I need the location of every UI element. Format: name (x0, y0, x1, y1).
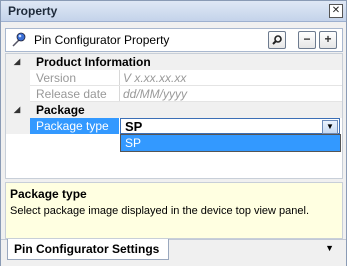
row-gutter (6, 86, 30, 102)
expand-all-button[interactable]: + (319, 31, 337, 49)
chevron-down-icon[interactable]: ▼ (325, 243, 334, 253)
category-package[interactable]: ◢ Package (6, 102, 342, 118)
property-toolbar: Pin Configurator Property − + (5, 28, 343, 52)
panel-titlebar[interactable]: Property ✕ (1, 1, 346, 22)
expand-arrow-icon[interactable]: ◢ (14, 105, 20, 114)
property-panel: Property ✕ Pin Configurator Property − +… (0, 0, 347, 266)
tab-bar: Pin Configurator Settings ▼ (1, 239, 346, 266)
property-name: Version (36, 71, 77, 85)
property-row-version[interactable]: Version V x.xx.xx.xx (6, 70, 342, 86)
panel-title: Property (8, 4, 58, 18)
property-row-release-date[interactable]: Release date dd/MM/yyyy (6, 86, 342, 102)
category-label: Product Information (36, 55, 151, 69)
property-name: Package type (36, 119, 109, 133)
expand-arrow-icon[interactable]: ◢ (14, 57, 20, 66)
tab-pin-configurator-settings[interactable]: Pin Configurator Settings (7, 239, 169, 260)
search-icon (272, 35, 282, 45)
row-gutter (6, 118, 30, 134)
close-icon[interactable]: ✕ (329, 4, 343, 18)
package-type-dropdown: SP (120, 134, 341, 152)
collapse-all-button[interactable]: − (298, 31, 316, 49)
row-gutter (6, 70, 30, 86)
search-button[interactable] (268, 31, 286, 49)
category-product-information[interactable]: ◢ Product Information (6, 54, 342, 70)
category-label: Package (36, 103, 85, 117)
property-name: Release date (36, 87, 107, 101)
property-grid: ◢ Product Information Version V x.xx.xx.… (5, 53, 343, 179)
column-divider (119, 86, 120, 102)
pin-icon (12, 32, 26, 47)
column-divider (119, 70, 120, 86)
description-text: Select package image displayed in the de… (10, 205, 310, 217)
dropdown-option[interactable]: SP (121, 135, 340, 151)
chevron-down-icon[interactable]: ▼ (322, 120, 338, 134)
property-value: dd/MM/yyyy (123, 87, 188, 101)
combobox-value: SP (125, 119, 143, 134)
package-type-combobox[interactable]: SP ▼ (120, 118, 340, 134)
property-name-selected[interactable]: Package type (30, 118, 119, 134)
property-value: V x.xx.xx.xx (123, 71, 187, 85)
toolbar-label: Pin Configurator Property (34, 33, 170, 47)
tab-label: Pin Configurator Settings (14, 242, 160, 256)
option-label: SP (125, 136, 142, 150)
description-panel: Package type Select package image displa… (5, 182, 343, 239)
description-title: Package type (10, 187, 87, 201)
property-row-package-type[interactable]: Package type SP ▼ (6, 118, 342, 134)
